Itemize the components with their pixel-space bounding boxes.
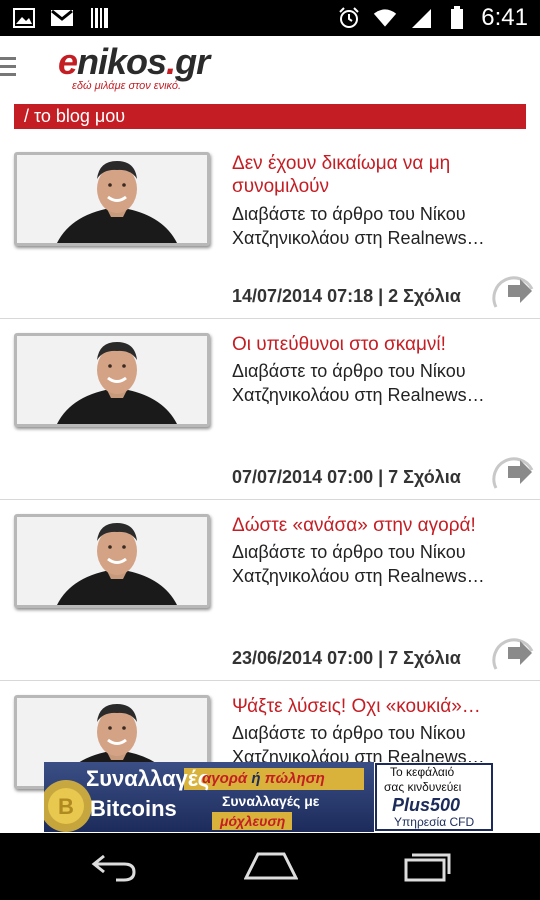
article-title[interactable]: Δώστε «ανάσα» στην αγορά!: [232, 514, 522, 537]
back-icon[interactable]: [86, 850, 138, 886]
home-icon[interactable]: [243, 850, 299, 886]
status-bar: 6:41: [0, 0, 540, 36]
section-header: / το blog μου: [14, 104, 526, 129]
article-meta: 23/06/2014 07:00 | 7 Σχόλια: [232, 648, 461, 668]
recent-apps-icon[interactable]: [402, 850, 452, 886]
ad-offer: αγορά ή πώληση: [202, 770, 325, 787]
gmail-icon: [50, 6, 74, 30]
menu-icon[interactable]: [0, 57, 16, 79]
battery-icon: [445, 6, 469, 30]
article-thumbnail: [14, 514, 210, 608]
ad-service: Υπηρεσία CFD: [394, 815, 475, 829]
alarm-icon: [337, 6, 361, 30]
app-bar: enikos.gr εδώ μιλάμε στον ενικό.: [0, 36, 540, 100]
article-excerpt: Διαβάστε το άρθρο του Νίκου Χατζηνικολάο…: [232, 542, 485, 586]
article-title[interactable]: Ψάξτε λύσεις! Οχι «κουκιά»…: [232, 695, 522, 718]
ad-line-2: Συναλλαγές με: [222, 793, 320, 809]
article-excerpt: Διαβάστε το άρθρο του Νίκου Χατζηνικολάο…: [232, 204, 485, 248]
navigation-bar: [0, 833, 540, 900]
status-time: 6:41: [481, 4, 528, 31]
ad-headline-2: Bitcoins: [90, 796, 177, 821]
article-thumbnail: [14, 333, 210, 427]
image-notification-icon: [12, 6, 36, 30]
enikos-logo[interactable]: enikos.gr εδώ μιλάμε στον ενικό.: [58, 44, 210, 93]
arrow-right-icon[interactable]: [492, 633, 536, 673]
barcode-notification-icon: [88, 6, 112, 30]
article-thumbnail: [14, 152, 210, 246]
ad-headline-1: Συναλλαγές: [86, 766, 210, 791]
svg-text:B: B: [58, 794, 74, 819]
signal-icon: [409, 6, 433, 30]
article-excerpt: Διαβάστε το άρθρο του Νίκου Χατζηνικολάο…: [232, 361, 485, 405]
article-title[interactable]: Οι υπεύθυνοι στο σκαμνί!: [232, 333, 522, 356]
article-item[interactable]: Δεν έχουν δικαίωμα να μη συνομιλούν Διαβ…: [0, 138, 540, 319]
arrow-right-icon[interactable]: [492, 452, 536, 492]
ad-brand: Plus500: [392, 795, 461, 815]
article-title[interactable]: Δεν έχουν δικαίωμα να μη συνομιλούν: [232, 152, 522, 198]
ad-banner[interactable]: B Συναλλαγές Bitcoins αγορά ή πώληση Συν…: [40, 762, 494, 832]
wifi-icon: [373, 6, 397, 30]
article-item[interactable]: Οι υπεύθυνοι στο σκαμνί! Διαβάστε το άρθ…: [0, 319, 540, 500]
arrow-right-icon[interactable]: [492, 271, 536, 311]
ad-line-3: μόχλευση: [220, 813, 286, 829]
article-meta: 07/07/2014 07:00 | 7 Σχόλια: [232, 467, 461, 487]
section-title: / το blog μου: [24, 106, 126, 126]
ad-risk-warning-2: σας κινδυνεύει: [384, 780, 462, 794]
ad-risk-warning-1: Το κεφάλαιό: [390, 765, 455, 779]
article-item[interactable]: Δώστε «ανάσα» στην αγορά! Διαβάστε το άρ…: [0, 500, 540, 681]
article-meta: 14/07/2014 07:18 | 2 Σχόλια: [232, 286, 461, 306]
article-list: Δεν έχουν δικαίωμα να μη συνομιλούν Διαβ…: [0, 138, 540, 861]
